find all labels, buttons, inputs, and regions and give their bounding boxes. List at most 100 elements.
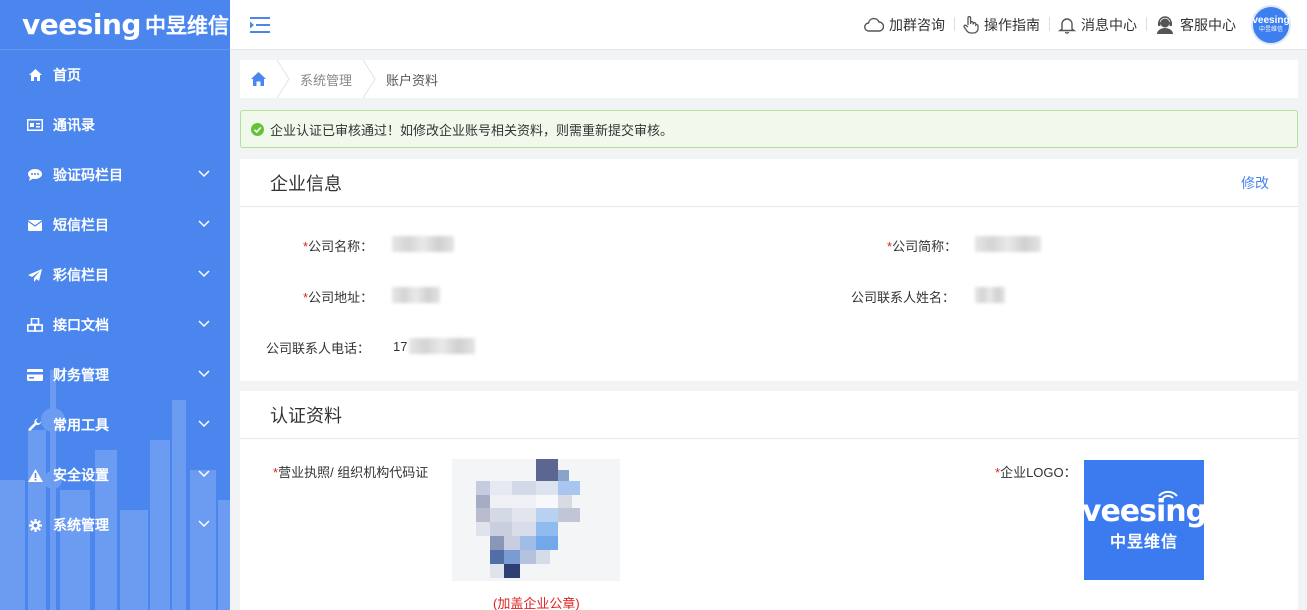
company-info-title: 企业信息 <box>270 173 342 194</box>
cubes-icon <box>27 317 43 333</box>
sidebar: veesing 中昱维信 首页 通讯录 验证码栏目 短信栏目 彩信栏目 接口文档… <box>0 0 230 610</box>
sidebar-item-mms[interactable]: 彩信栏目 <box>0 250 230 300</box>
avatar[interactable]: veesing 中昱维信 <box>1251 5 1291 45</box>
sidebar-item-system[interactable]: 系统管理 <box>0 500 230 550</box>
success-alert: 企业认证已审核通过！如修改企业账号相关资料，则需重新提交审核。 <box>240 110 1298 148</box>
gear-icon <box>27 517 43 533</box>
chevron-down-icon <box>198 170 210 178</box>
customer-service-icon <box>1157 16 1173 34</box>
contacts-icon <box>27 117 43 133</box>
chevron-down-icon <box>198 270 210 278</box>
chevron-down-icon <box>198 370 210 378</box>
home-icon <box>250 72 266 86</box>
sidebar-item-tools[interactable]: 常用工具 <box>0 400 230 450</box>
sidebar-item-label: 首页 <box>53 67 81 83</box>
contact-phone-label-text: 公司联系人电话： <box>266 341 371 356</box>
company-address-label-text: 公司地址： <box>308 290 374 305</box>
check-circle-icon <box>251 122 264 136</box>
logo-brand-en: veesing <box>1081 494 1207 529</box>
alert-text: 企业认证已审核通过！如修改企业账号相关资料，则需重新提交审核。 <box>270 122 674 138</box>
cloud-icon <box>864 17 884 32</box>
avatar-brand-en: veesing <box>1252 15 1290 26</box>
breadcrumb-separator <box>362 60 376 98</box>
company-name-value <box>392 236 454 252</box>
menu-toggle-icon[interactable] <box>250 16 270 34</box>
brand-logo[interactable]: veesing 中昱维信 <box>0 0 230 50</box>
contact-phone-label: 公司联系人电话： <box>266 338 370 357</box>
company-short-name-value <box>975 236 1041 252</box>
breadcrumb-home[interactable] <box>240 60 276 98</box>
sidebar-item-home[interactable]: 首页 <box>0 50 230 100</box>
contact-name-value <box>975 287 1005 303</box>
message-center-button[interactable]: 消息中心 <box>1049 15 1146 35</box>
sidebar-item-label: 通讯录 <box>53 117 95 133</box>
edit-button[interactable]: 修改 <box>1241 173 1269 193</box>
license-label: *营业执照/ 组织机构代码证 <box>273 462 428 481</box>
sidebar-item-finance[interactable]: 财务管理 <box>0 350 230 400</box>
sidebar-item-label: 彩信栏目 <box>53 267 109 283</box>
company-short-name-label-text: 公司简称： <box>892 239 958 254</box>
credit-card-icon <box>27 367 43 383</box>
redacted-value <box>975 287 1005 303</box>
license-image[interactable] <box>452 459 620 581</box>
envelope-icon <box>27 217 43 233</box>
chevron-down-icon <box>198 420 210 428</box>
guide-button[interactable]: 操作指南 <box>954 15 1049 35</box>
warning-icon <box>27 467 43 483</box>
chevron-down-icon <box>198 470 210 478</box>
stamp-note: (加盖企业公章) <box>493 596 580 610</box>
sidebar-item-label: 短信栏目 <box>53 217 109 233</box>
wrench-icon <box>27 417 43 433</box>
chat-bubble-icon <box>27 167 43 183</box>
message-center-label: 消息中心 <box>1081 17 1137 33</box>
breadcrumb-item-system[interactable]: 系统管理 <box>290 70 362 89</box>
contact-name-label-text: 公司联系人姓名： <box>851 290 956 305</box>
sidebar-item-label: 接口文档 <box>53 317 109 333</box>
customer-service-button[interactable]: 客服中心 <box>1146 15 1245 35</box>
sidebar-menu: 首页 通讯录 验证码栏目 短信栏目 彩信栏目 接口文档 财务管理 常用工具 安全… <box>0 50 230 550</box>
brand-name-en: veesing <box>22 8 141 41</box>
company-info-header: 企业信息 修改 <box>240 159 1298 207</box>
redacted-value <box>392 236 454 252</box>
home-icon <box>27 67 43 83</box>
bell-icon <box>1058 18 1076 34</box>
logo-label-text: 企业LOGO： <box>1000 465 1077 480</box>
breadcrumb-item-account: 账户资料 <box>386 72 439 88</box>
logo-brand-cn: 中昱维信 <box>1109 534 1178 551</box>
sidebar-item-api-docs[interactable]: 接口文档 <box>0 300 230 350</box>
sidebar-item-label: 安全设置 <box>53 467 109 483</box>
top-actions: 加群咨询 操作指南 消息中心 客服中心 veesing 中昱维信 <box>855 0 1291 50</box>
avatar-brand-cn: 中昱维信 <box>1258 27 1283 33</box>
sidebar-item-label: 常用工具 <box>53 417 109 433</box>
company-logo-image[interactable]: veesing 中昱维信 <box>1081 460 1207 580</box>
sidebar-item-contacts[interactable]: 通讯录 <box>0 100 230 150</box>
company-short-name-label: *公司简称： <box>887 236 957 255</box>
company-name-label: *公司名称： <box>303 236 373 255</box>
sidebar-item-verification-code[interactable]: 验证码栏目 <box>0 150 230 200</box>
join-group-label: 加群咨询 <box>889 17 945 33</box>
redacted-value <box>409 338 476 354</box>
chevron-down-icon <box>198 320 210 328</box>
customer-service-label: 客服中心 <box>1180 17 1236 33</box>
logo-label: *企业LOGO： <box>995 462 1077 481</box>
paper-plane-icon <box>27 267 43 283</box>
certification-title: 认证资料 <box>270 405 342 426</box>
join-group-button[interactable]: 加群咨询 <box>855 15 954 35</box>
certification-header: 认证资料 <box>240 391 1298 439</box>
sidebar-item-label: 财务管理 <box>53 367 109 383</box>
sidebar-item-label: 系统管理 <box>53 517 109 533</box>
breadcrumb: 系统管理 账户资料 <box>240 60 1298 98</box>
contact-name-label: 公司联系人姓名： <box>851 287 955 306</box>
contact-phone-prefix: 17 <box>393 338 408 354</box>
topbar: 加群咨询 操作指南 消息中心 客服中心 veesing 中昱维信 <box>230 0 1307 50</box>
breadcrumb-separator <box>276 60 290 98</box>
redacted-value <box>975 236 1041 252</box>
license-label-text: 营业执照/ 组织机构代码证 <box>278 465 429 480</box>
sidebar-item-sms[interactable]: 短信栏目 <box>0 200 230 250</box>
chevron-down-icon <box>198 520 210 528</box>
redacted-value <box>392 287 440 303</box>
contact-phone-value: 17 <box>393 338 476 354</box>
hand-pointer-icon <box>963 16 979 34</box>
company-address-label: *公司地址： <box>303 287 373 306</box>
sidebar-item-security[interactable]: 安全设置 <box>0 450 230 500</box>
